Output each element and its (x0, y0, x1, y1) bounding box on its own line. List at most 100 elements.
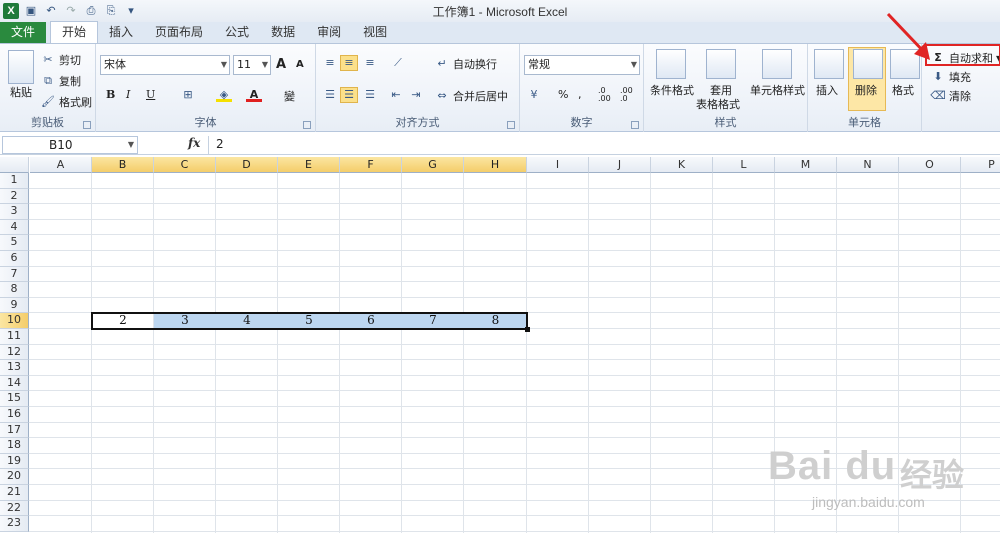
comma-button[interactable]: , (578, 88, 582, 101)
font-size-select[interactable]: 11 ▼ (233, 55, 271, 75)
increase-indent-button[interactable]: ⇥ (408, 88, 424, 102)
insert-cells-button[interactable]: 插入 (816, 82, 838, 98)
formula-input[interactable]: 2 (208, 136, 1000, 154)
row-header-5[interactable]: 5 (0, 235, 29, 251)
increase-decimal-button[interactable]: .0 .00 (598, 87, 616, 103)
row-header-16[interactable]: 16 (0, 407, 29, 423)
clear-button[interactable]: ⌫ 清除 (930, 88, 971, 104)
align-right-button[interactable]: ☰ (362, 88, 378, 102)
column-header-e[interactable]: E (278, 157, 340, 173)
row-header-21[interactable]: 21 (0, 485, 29, 501)
copy-button[interactable]: ⧉ 复制 (40, 73, 81, 89)
conditional-formatting-button[interactable]: 条件格式 (650, 82, 694, 98)
column-header-o[interactable]: O (899, 157, 961, 173)
cut-button[interactable]: ✂ 剪切 (40, 52, 81, 68)
row-header-23[interactable]: 23 (0, 516, 29, 532)
bold-button[interactable]: B (106, 88, 115, 101)
percent-button[interactable]: % (558, 88, 568, 101)
align-left-button[interactable]: ☰ (322, 88, 338, 102)
format-cells-button[interactable]: 格式 (892, 82, 914, 98)
fill-button[interactable]: ⬇ 填充 (930, 69, 971, 85)
row-header-10[interactable]: 10 (0, 313, 29, 329)
tab-data[interactable]: 数据 (260, 22, 306, 43)
row-header-3[interactable]: 3 (0, 204, 29, 220)
italic-button[interactable]: I (126, 88, 130, 101)
column-header-h[interactable]: H (464, 157, 527, 173)
row-header-12[interactable]: 12 (0, 344, 29, 361)
phonetic-button[interactable]: 變 (284, 88, 295, 104)
number-format-select[interactable]: 常规 ▼ (524, 55, 640, 75)
delete-cells-button[interactable]: 删除 (855, 82, 877, 98)
orientation-button[interactable]: ⟋ (390, 56, 406, 70)
tab-view[interactable]: 视图 (352, 22, 398, 43)
column-header-a[interactable]: A (30, 157, 92, 173)
paste-button[interactable]: 粘贴 (10, 84, 32, 100)
fill-color-button[interactable]: ◈ (216, 88, 232, 102)
fill-handle[interactable] (525, 327, 530, 332)
row-header-9[interactable]: 9 (0, 297, 29, 314)
shrink-font-button[interactable]: A (296, 59, 304, 70)
cell-styles-button[interactable]: 单元格样式 (750, 82, 805, 98)
row-header-6[interactable]: 6 (0, 251, 29, 267)
alignment-launcher-icon[interactable] (507, 121, 515, 129)
row-header-7[interactable]: 7 (0, 266, 29, 283)
row-header-4[interactable]: 4 (0, 219, 29, 236)
align-bottom-button[interactable]: ≡ (362, 56, 378, 70)
row-header-2[interactable]: 2 (0, 188, 29, 205)
merge-center-button[interactable]: ⇔ 合并后居中 (434, 88, 508, 104)
column-header-p[interactable]: P (961, 157, 1000, 173)
wrap-text-button[interactable]: ↵ 自动换行 (434, 56, 497, 72)
underline-button[interactable]: U (146, 88, 155, 101)
column-header-k[interactable]: K (651, 157, 713, 173)
number-launcher-icon[interactable] (631, 121, 639, 129)
row-header-1[interactable]: 1 (0, 173, 29, 189)
column-header-n[interactable]: N (837, 157, 899, 173)
format-painter-button[interactable]: 🖌 格式刷 (40, 94, 92, 110)
row-header-17[interactable]: 17 (0, 422, 29, 439)
styles-group-label: 样式 (714, 116, 737, 129)
font-name-select[interactable]: 宋体 ▼ (100, 55, 230, 75)
align-center-button[interactable]: ☰ (340, 87, 358, 103)
column-header-l[interactable]: L (713, 157, 775, 173)
tab-home[interactable]: 开始 (50, 21, 99, 43)
row-header-20[interactable]: 20 (0, 469, 29, 485)
row-header-22[interactable]: 22 (0, 500, 29, 517)
row-header-13[interactable]: 13 (0, 360, 29, 376)
row-header-14[interactable]: 14 (0, 375, 29, 392)
row-header-11[interactable]: 11 (0, 329, 29, 345)
column-header-b[interactable]: B (92, 157, 154, 173)
grow-font-button[interactable]: A (276, 57, 286, 72)
tab-file[interactable]: 文件 (0, 22, 46, 43)
column-header-d[interactable]: D (216, 157, 278, 173)
clipboard-launcher-icon[interactable] (83, 121, 91, 129)
grid-row-line (29, 234, 1000, 236)
row-header-18[interactable]: 18 (0, 438, 29, 454)
decrease-indent-button[interactable]: ⇤ (388, 88, 404, 102)
name-box[interactable]: B10 ▼ (2, 136, 138, 154)
tab-formulas[interactable]: 公式 (214, 22, 260, 43)
column-header-c[interactable]: C (154, 157, 216, 173)
tab-page-layout[interactable]: 页面布局 (144, 22, 214, 43)
column-header-g[interactable]: G (402, 157, 464, 173)
column-header-m[interactable]: M (775, 157, 837, 173)
font-color-button[interactable]: A (246, 88, 262, 102)
accounting-format-button[interactable]: ¥ (526, 88, 542, 102)
select-all-corner[interactable] (0, 157, 29, 173)
column-header-i[interactable]: I (527, 157, 589, 173)
insert-function-icon[interactable]: fx (188, 136, 200, 150)
format-as-table-button[interactable]: 表格格式 (696, 96, 740, 112)
column-header-j[interactable]: J (589, 157, 651, 173)
borders-button[interactable]: ⊞ (180, 88, 196, 102)
decrease-decimal-button[interactable]: .00 .0 (620, 87, 638, 103)
row-header-8[interactable]: 8 (0, 282, 29, 298)
tab-review[interactable]: 审阅 (306, 22, 352, 43)
tab-insert[interactable]: 插入 (98, 22, 144, 43)
paste-icon[interactable] (8, 50, 34, 84)
row-header-15[interactable]: 15 (0, 391, 29, 407)
row-header-19[interactable]: 19 (0, 453, 29, 470)
font-launcher-icon[interactable] (303, 121, 311, 129)
align-middle-button[interactable]: ≡ (340, 55, 358, 71)
align-top-button[interactable]: ≡ (322, 56, 338, 70)
align-middle-icon: ≡ (344, 56, 354, 69)
column-header-f[interactable]: F (340, 157, 402, 173)
